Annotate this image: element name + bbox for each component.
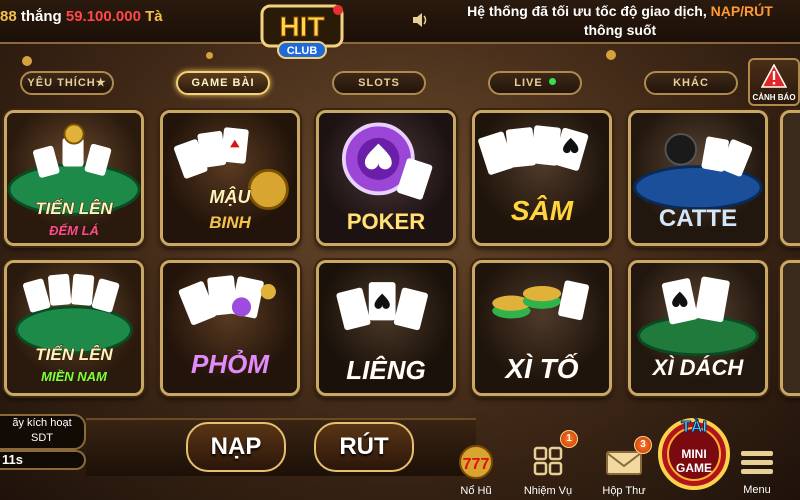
activate-phone-panel[interactable]: ãy kích hoạt SDT bbox=[0, 414, 86, 450]
jackpot-button[interactable]: 777 Nổ Hũ bbox=[448, 444, 504, 500]
tab-other[interactable]: KHÁC bbox=[644, 71, 738, 95]
ticker-amount: 59.100.000 bbox=[65, 8, 141, 25]
speaker-icon[interactable] bbox=[410, 10, 430, 30]
tab-label: KHÁC bbox=[673, 77, 709, 89]
notice-highlight: NẠP/RÚT bbox=[710, 3, 773, 19]
hit-club-logo: HIT CLUB bbox=[258, 2, 346, 64]
mini-game-tai: TÀI bbox=[681, 417, 707, 436]
ticker-user: 88 bbox=[0, 8, 17, 25]
ticker-next: Tà bbox=[145, 8, 163, 25]
countdown-timer: 11s bbox=[0, 450, 86, 470]
game-card-lieng[interactable]: LIÊNG bbox=[316, 260, 456, 396]
mailbox-label: Hộp Thư bbox=[602, 485, 646, 497]
coin-decoration bbox=[206, 52, 213, 59]
game-card-mau-binh[interactable]: MẬU BINH bbox=[160, 110, 300, 246]
game-subtitle: ĐẾM LÁ bbox=[49, 223, 99, 238]
game-subtitle: BINH bbox=[209, 213, 251, 232]
game-title: LIÊNG bbox=[346, 355, 426, 386]
slot-777-icon: 777 bbox=[459, 445, 493, 479]
game-card-sam[interactable]: SÂM bbox=[472, 110, 612, 246]
game-title: TIẾN LÊN bbox=[35, 199, 113, 219]
warning-button[interactable]: CẢNH BÁO bbox=[748, 58, 800, 106]
mini-game-line1: MINI bbox=[681, 447, 706, 461]
mini-game-button[interactable]: TÀI MINI GAME bbox=[656, 414, 732, 490]
tab-label: LIVE bbox=[514, 77, 543, 89]
game-card-partial[interactable] bbox=[780, 110, 800, 246]
game-card-xi-dach[interactable]: XÌ DÁCH bbox=[628, 260, 768, 396]
deposit-button[interactable]: NẠP bbox=[186, 422, 286, 472]
logo-club-text: CLUB bbox=[287, 45, 318, 57]
game-card-xi-to[interactable]: XÌ TỐ bbox=[472, 260, 612, 396]
game-title: MẬU bbox=[209, 187, 251, 208]
notice-text: Hệ thống đã tối ưu tốc độ giao dịch, bbox=[467, 3, 707, 19]
game-subtitle: MIỀN NAM bbox=[41, 369, 107, 384]
tab-slots[interactable]: SLOTS bbox=[332, 71, 426, 95]
game-card-phom[interactable]: PHỎM bbox=[160, 260, 300, 396]
missions-grid-icon bbox=[533, 446, 563, 476]
jackpot-label: Nổ Hũ bbox=[460, 485, 492, 497]
category-tabs: YÊU THÍCH★ GAME BÀI SLOTS LIVE KHÁC bbox=[0, 66, 800, 102]
missions-button[interactable]: Nhiệm Vụ 1 bbox=[520, 430, 578, 500]
mini-game-line2: GAME bbox=[676, 461, 712, 475]
menu-button[interactable]: Menu bbox=[732, 444, 782, 500]
game-title: PHỎM bbox=[191, 349, 270, 380]
game-card-tien-len-dem-la[interactable]: TIẾN LÊN ĐẾM LÁ bbox=[4, 110, 144, 246]
withdraw-label: RÚT bbox=[339, 433, 389, 460]
missions-label: Nhiệm Vụ bbox=[523, 485, 573, 497]
missions-badge: 1 bbox=[560, 430, 578, 448]
game-grid: TIẾN LÊN ĐẾM LÁ MẬU BINH POKER SÂM CATTE… bbox=[0, 108, 800, 398]
menu-label: Menu bbox=[743, 484, 771, 496]
game-title: CATTE bbox=[658, 205, 738, 233]
notice-text-2: thông suốt bbox=[583, 22, 657, 38]
withdraw-button[interactable]: RÚT bbox=[314, 422, 414, 472]
coin-decoration bbox=[22, 56, 32, 66]
bottom-bar: ãy kích hoạt SDT 11s NẠP RÚT 777 Nổ Hũ N… bbox=[0, 400, 800, 500]
activate-phone-sdt: SDT bbox=[31, 432, 53, 444]
game-title: SÂM bbox=[510, 195, 574, 227]
system-notice: Hệ thống đã tối ưu tốc độ giao dịch, NẠP… bbox=[440, 2, 800, 42]
tab-label: GAME BÀI bbox=[191, 77, 255, 89]
game-title: XÌ TỐ bbox=[505, 353, 579, 385]
game-title: POKER bbox=[346, 209, 426, 235]
deposit-label: NẠP bbox=[210, 433, 262, 460]
game-card-catte[interactable]: CATTE bbox=[628, 110, 768, 246]
warning-icon bbox=[760, 63, 788, 88]
activate-phone-text: ãy kích hoạt bbox=[12, 417, 72, 429]
tab-label: SLOTS bbox=[358, 77, 400, 89]
timer-value: 11s bbox=[2, 452, 23, 467]
tab-live[interactable]: LIVE bbox=[488, 71, 582, 95]
tab-card-games[interactable]: GAME BÀI bbox=[176, 71, 270, 95]
top-bar: 88 thắng 59.100.000 Tà Hệ thống đã tối ư… bbox=[0, 0, 800, 44]
mailbox-button[interactable]: Hộp Thư 3 bbox=[596, 436, 652, 500]
ticker-word: thắng bbox=[20, 8, 62, 25]
tab-favorites[interactable]: YÊU THÍCH★ bbox=[20, 71, 114, 95]
mailbox-badge: 3 bbox=[634, 436, 652, 454]
winner-ticker: 88 thắng 59.100.000 Tà bbox=[0, 8, 200, 30]
game-card-partial[interactable] bbox=[780, 260, 800, 396]
tab-label: YÊU THÍCH★ bbox=[27, 77, 107, 89]
logo-hit-text: HIT bbox=[279, 11, 324, 42]
game-title: XÌ DÁCH bbox=[652, 355, 744, 381]
svg-text:777: 777 bbox=[463, 456, 490, 473]
warning-label: CẢNH BÁO bbox=[752, 93, 796, 102]
live-indicator-icon bbox=[548, 78, 556, 85]
hamburger-menu-icon bbox=[741, 451, 773, 474]
game-title: TIẾN LÊN bbox=[35, 345, 113, 365]
game-card-poker[interactable]: POKER bbox=[316, 110, 456, 246]
game-card-tien-len-mien-nam[interactable]: TIẾN LÊN MIỀN NAM bbox=[4, 260, 144, 396]
coin-decoration bbox=[606, 50, 616, 60]
